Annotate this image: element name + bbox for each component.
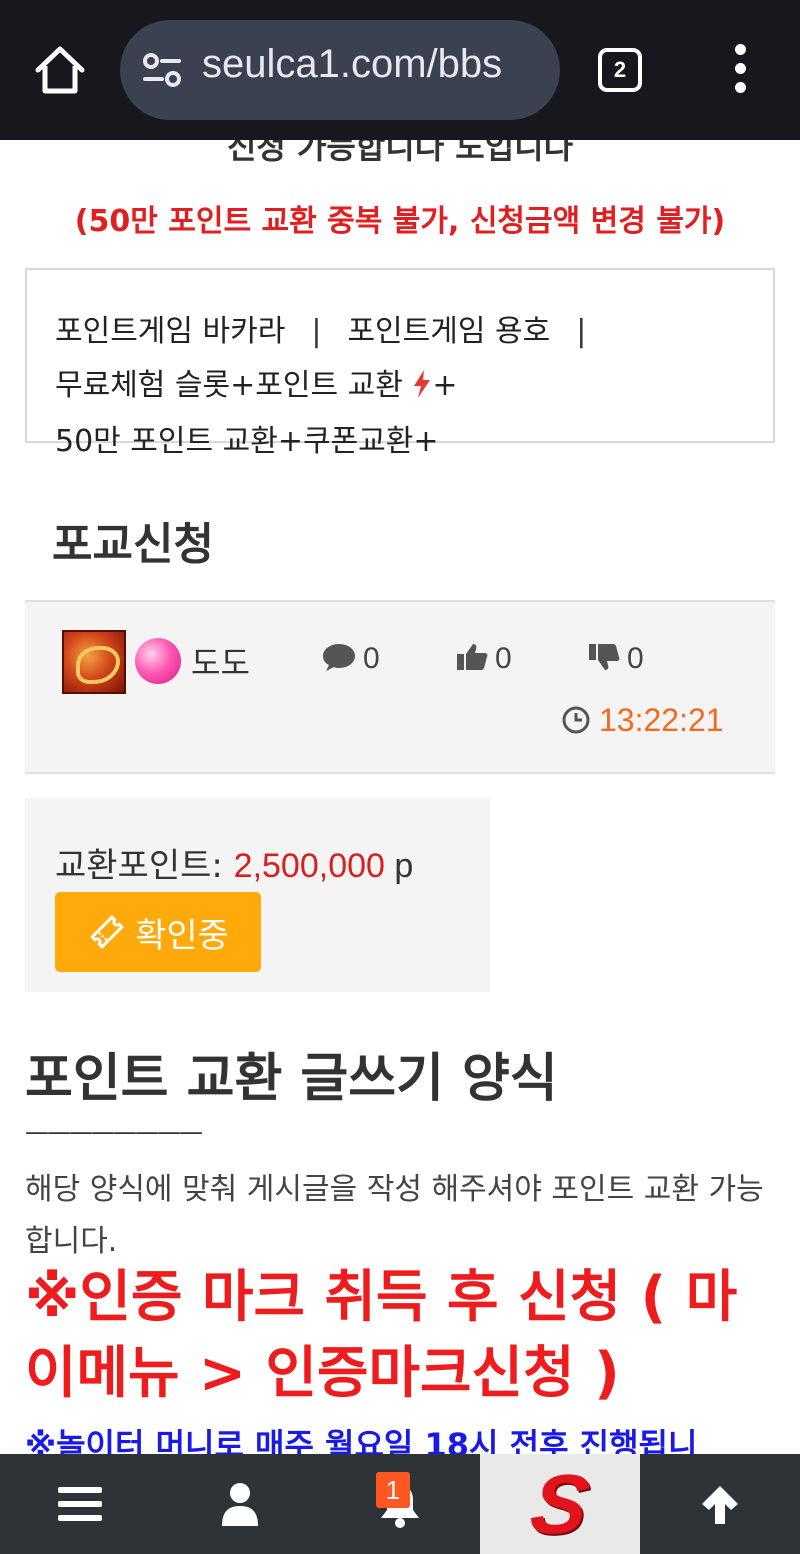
cert-mark-warning: ※인증 마크 취득 후 신청 ( 마이메뉴 > 인증마크신청 ) bbox=[25, 1265, 738, 1406]
category-link-dragon-tiger[interactable]: 포인트게임 용호 bbox=[347, 314, 550, 349]
category-separator: | bbox=[576, 314, 587, 349]
bottom-nav: 1 S bbox=[0, 1454, 800, 1554]
form-description: 해당 양식에 맞춰 게시글을 작성 해주셔야 포인트 교환 가능합니다. bbox=[25, 1172, 764, 1259]
site-settings-icon[interactable] bbox=[142, 52, 182, 88]
dislike-count[interactable]: 0 bbox=[587, 642, 644, 676]
status-button[interactable]: 확인중 bbox=[55, 892, 261, 972]
level-gem-icon bbox=[135, 638, 181, 684]
category-plus: + bbox=[432, 368, 458, 403]
clock-icon bbox=[562, 706, 590, 734]
comment-count: 0 bbox=[321, 642, 380, 676]
notification-badge: 1 bbox=[376, 1472, 410, 1508]
hamburger-menu-icon[interactable] bbox=[30, 1454, 130, 1554]
more-options-icon[interactable] bbox=[730, 44, 750, 98]
avatar[interactable] bbox=[62, 630, 126, 694]
thumbs-up-icon bbox=[457, 644, 488, 670]
exchange-notice: (50만 포인트 교환 중복 불가, 신청금액 변경 불가) bbox=[74, 204, 726, 239]
divider-line: ———————— bbox=[25, 1118, 203, 1146]
home-icon[interactable] bbox=[30, 40, 90, 100]
form-heading: 포인트 교환 글쓰기 양식 bbox=[25, 1049, 558, 1109]
address-bar[interactable]: seulca1.com/bbs bbox=[120, 20, 560, 120]
exchange-amount: 2,500,000 bbox=[233, 847, 385, 885]
ticket-icon bbox=[90, 915, 124, 949]
category-link-baccarat[interactable]: 포인트게임 바카라 bbox=[55, 314, 285, 349]
exchange-points-row: 교환포인트: 2,500,000 p bbox=[55, 838, 413, 887]
exchange-label: 교환포인트: bbox=[55, 846, 234, 886]
post-title: 포교신청 bbox=[52, 519, 214, 570]
tab-switcher-button[interactable]: 2 bbox=[598, 48, 642, 92]
exchange-box: 교환포인트: 2,500,000 p 확인중 bbox=[25, 798, 490, 992]
url-text[interactable]: seulca1.com/bbs bbox=[202, 42, 502, 87]
site-logo[interactable]: S bbox=[480, 1454, 640, 1554]
scroll-top-arrow-icon[interactable] bbox=[670, 1454, 770, 1554]
logo-letter: S bbox=[525, 1457, 595, 1551]
notification-bell-icon[interactable]: 1 bbox=[350, 1454, 450, 1554]
post-info-bar: 도도 0 0 0 13:22:21 bbox=[25, 600, 775, 774]
status-label: 확인중 bbox=[135, 915, 229, 956]
post-time: 13:22:21 bbox=[561, 702, 724, 739]
author-name[interactable]: 도도 bbox=[191, 638, 250, 684]
comment-icon bbox=[323, 644, 355, 671]
exchange-unit: p bbox=[384, 847, 414, 885]
like-count[interactable]: 0 bbox=[455, 642, 512, 676]
lightning-icon bbox=[414, 370, 431, 398]
category-link-500k-exchange[interactable]: 50만 포인트 교환+쿠폰교환+ bbox=[55, 424, 439, 459]
user-icon[interactable] bbox=[190, 1454, 290, 1554]
thumbs-down-icon bbox=[589, 644, 620, 670]
category-box: 포인트게임 바카라 | 포인트게임 용호 | 무료체험 슬롯+포인트 교환 + 50만… bbox=[25, 268, 775, 459]
category-separator: | bbox=[311, 314, 322, 349]
browser-toolbar: seulca1.com/bbs 2 bbox=[0, 0, 800, 140]
category-link-free-slot[interactable]: 무료체험 슬롯+포인트 교환 bbox=[55, 368, 403, 403]
